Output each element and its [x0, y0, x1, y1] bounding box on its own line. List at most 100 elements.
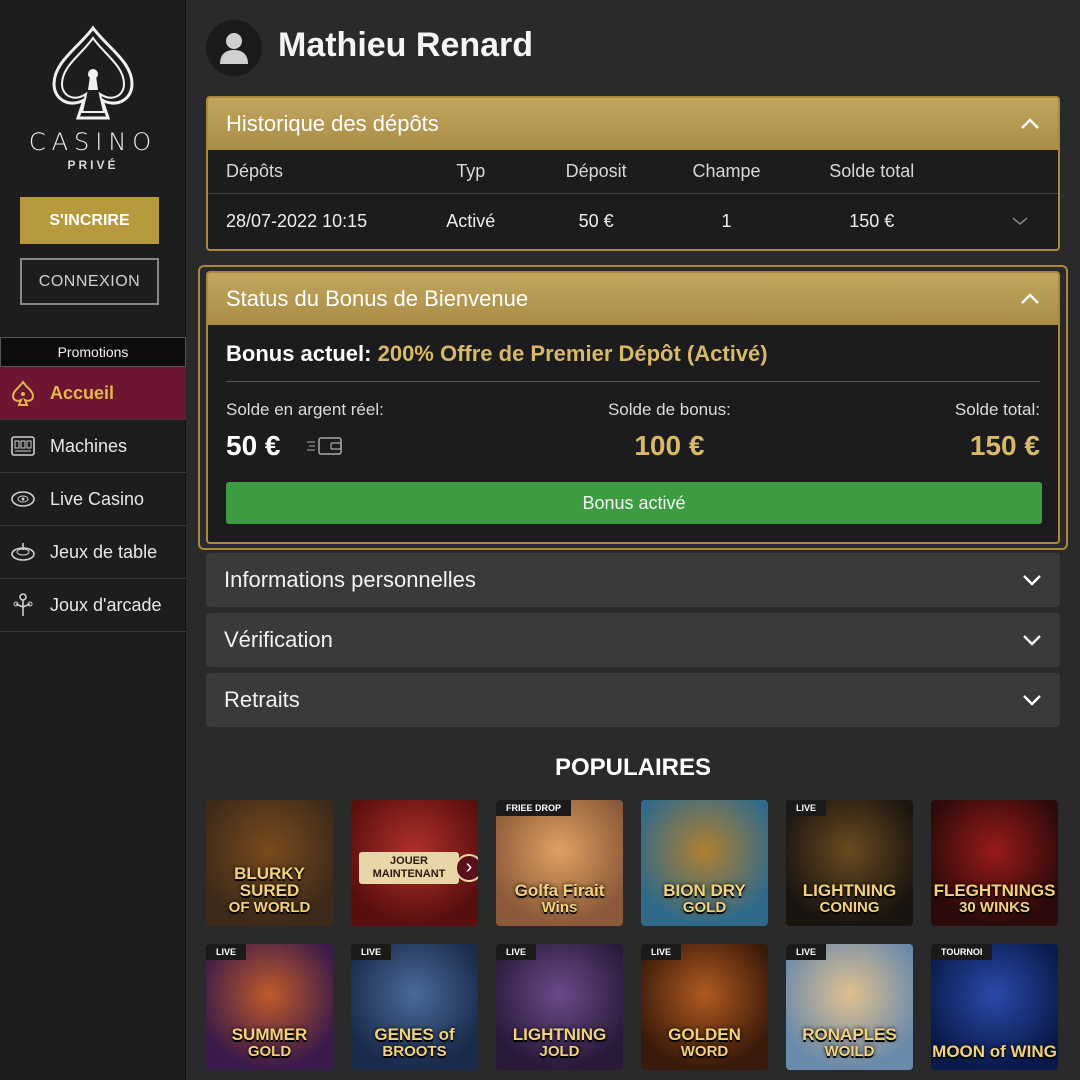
game-title-main: RONAPLES: [802, 1025, 897, 1044]
user-name: Mathieu Renard: [278, 26, 534, 64]
game-title-sub: BROOTS: [382, 1043, 447, 1060]
accordion-label: Informations personnelles: [224, 567, 476, 592]
game-badge: LIVE: [786, 800, 827, 816]
total-balance-value: 150 €: [969, 430, 1040, 461]
col-solde-total: Solde total: [829, 161, 915, 181]
game-badge: LIVE: [641, 944, 682, 960]
sidebar-item-live-casino[interactable]: Live Casino: [0, 473, 186, 526]
user-icon: [220, 33, 248, 64]
sidebar-item-machines[interactable]: Machines: [0, 420, 186, 473]
game-title-main: SUMMER: [231, 1025, 308, 1044]
game-tile[interactable]: JOUER MAINTENANT ›: [351, 800, 478, 926]
game-badge: TOURNOI: [931, 944, 993, 960]
game-badge: LIVE: [206, 944, 247, 960]
table-row[interactable]: 28/07-2022 10:15 Activé 50 € 1 150 €: [208, 194, 1058, 248]
chevron-up-icon: [1021, 118, 1039, 129]
bonus-activated-button[interactable]: Bonus activé: [226, 482, 1042, 524]
chevron-down-icon[interactable]: [1012, 216, 1028, 226]
signup-button[interactable]: S'INCRIRE: [20, 197, 159, 244]
deposit-history-panel: Historique des dépôts Dépôts Typ Déposit…: [206, 96, 1060, 251]
chevron-down-icon: [1023, 635, 1041, 646]
main-content: Mathieu Renard Historique des dépôts Dép…: [186, 0, 1080, 1080]
sidebar-item-accueil[interactable]: Accueil: [0, 367, 186, 420]
game-title-main: BLURKY SURED: [234, 864, 305, 900]
game-tile[interactable]: FLEGHTNINGS 30 WINKS: [931, 800, 1058, 926]
sidebar-item-label: Machines: [50, 435, 128, 456]
accordion-personal-info[interactable]: Informations personnelles: [206, 553, 1060, 607]
game-title: RONAPLES WOILD: [786, 1026, 913, 1060]
cell-total: 150 €: [849, 210, 895, 231]
cell-date: 28/07-2022 10:15: [226, 210, 368, 231]
chevron-up-icon: [1021, 293, 1039, 304]
deposit-table-header: Dépôts Typ Déposit Champe Solde total: [208, 150, 1058, 194]
sidebar-nav: Accueil Machines Live Casino Jeux de tab…: [0, 367, 186, 632]
real-balance: Solde en argent réel: 50 €: [226, 400, 384, 462]
game-title-sub: WOILD: [824, 1043, 875, 1060]
brand-sub: PRIVÉ: [67, 158, 119, 172]
deposit-history-title: Historique des dépôts: [226, 111, 439, 136]
chevron-down-icon: [1023, 695, 1041, 706]
game-title: BLURKY SURED OF WORLD: [206, 865, 333, 916]
game-tile[interactable]: FRIEE DROP Golfa Firait Wins: [496, 800, 623, 926]
game-title-main: LIGHTNING: [512, 1025, 607, 1044]
current-bonus: Bonus actuel: 200% Offre de Premier Dépô…: [226, 325, 1040, 382]
wallet-icon: [306, 437, 342, 455]
popular-title: POPULAIRES: [554, 754, 712, 781]
deposit-history-header[interactable]: Historique des dépôts: [208, 98, 1058, 150]
casino-logo[interactable]: CASINO PRIVÉ: [0, 24, 186, 172]
game-tile[interactable]: TOURNOI MOON of WING: [931, 944, 1058, 1070]
real-balance-value: 50 €: [226, 430, 281, 461]
col-deposit: Déposit: [565, 161, 627, 181]
game-title: LIGHTNING JOLD: [496, 1026, 623, 1060]
game-title: MOON of WING: [931, 1043, 1058, 1060]
game-badge: LIVE: [496, 944, 537, 960]
game-tile[interactable]: LIVE LIGHTNING CONING: [786, 800, 913, 926]
game-title-main: Golfa Firait: [514, 881, 605, 900]
game-tile[interactable]: LIVE GOLDEN WORD: [641, 944, 768, 1070]
promotions-link[interactable]: Promotions: [0, 337, 186, 367]
col-champe: Champe: [692, 161, 761, 181]
total-balance: Solde total: 150 €: [955, 400, 1040, 462]
slot-machine-icon: [10, 433, 36, 459]
current-bonus-value: 200% Offre de Premier Dépôt (Activé): [377, 341, 768, 366]
game-tile[interactable]: LIVE RONAPLES WOILD: [786, 944, 913, 1070]
game-title-sub: CONING: [819, 899, 880, 916]
home-icon: [10, 380, 36, 406]
sidebar-item-jeux-arcade[interactable]: Joux d'arcade: [0, 579, 186, 632]
game-tile[interactable]: LIVE LIGHTNING JOLD: [496, 944, 623, 1070]
brand-name: CASINO: [28, 128, 158, 156]
game-tile[interactable]: LIVE GENES of BROOTS: [351, 944, 478, 1070]
accordion-withdrawals[interactable]: Retraits: [206, 673, 1060, 727]
sidebar-item-label: Accueil: [50, 382, 115, 403]
game-title-sub: GOLD: [247, 1043, 292, 1060]
sidebar-item-label: Jeux de table: [50, 541, 158, 562]
sidebar: CASINO PRIVÉ S'INCRIRE CONNEXION Promoti…: [0, 0, 186, 1080]
game-title-main: LIGHTNING: [802, 881, 897, 900]
cell-type: Activé: [446, 210, 496, 231]
game-title-sub: 30 WINKS: [959, 899, 1030, 916]
total-balance-label: Solde total:: [954, 400, 1040, 419]
game-title-sub: Wins: [541, 899, 578, 916]
game-title-sub: WORD: [680, 1043, 729, 1060]
game-badge: FRIEE DROP: [496, 800, 572, 816]
avatar[interactable]: [206, 20, 262, 76]
accordion-label: Vérification: [224, 627, 333, 652]
game-title-sub: GOLD: [682, 899, 727, 916]
play-now-button[interactable]: JOUER MAINTENANT: [359, 852, 459, 884]
game-badge: LIVE: [351, 944, 392, 960]
game-tile[interactable]: BLURKY SURED OF WORLD: [206, 800, 333, 926]
bonus-balance-value: 100 €: [634, 430, 705, 461]
col-depots: Dépôts: [226, 161, 284, 181]
game-title: Golfa Firait Wins: [496, 882, 623, 916]
bonus-status-panel: Status du Bonus de Bienvenue Bonus actue…: [206, 271, 1060, 544]
accordion-verification[interactable]: Vérification: [206, 613, 1060, 667]
sidebar-item-jeux-de-table[interactable]: Jeux de table: [0, 526, 186, 579]
game-badge: LIVE: [786, 944, 827, 960]
balances: Solde en argent réel: 50 € Solde de bonu…: [208, 382, 1058, 462]
game-title: GENES of BROOTS: [351, 1026, 478, 1060]
game-title: FLEGHTNINGS 30 WINKS: [931, 882, 1058, 916]
game-tile[interactable]: BION DRY GOLD: [641, 800, 768, 926]
login-button[interactable]: CONNEXION: [20, 258, 159, 305]
game-tile[interactable]: LIVE SUMMER GOLD: [206, 944, 333, 1070]
bonus-status-header[interactable]: Status du Bonus de Bienvenue: [208, 273, 1058, 325]
